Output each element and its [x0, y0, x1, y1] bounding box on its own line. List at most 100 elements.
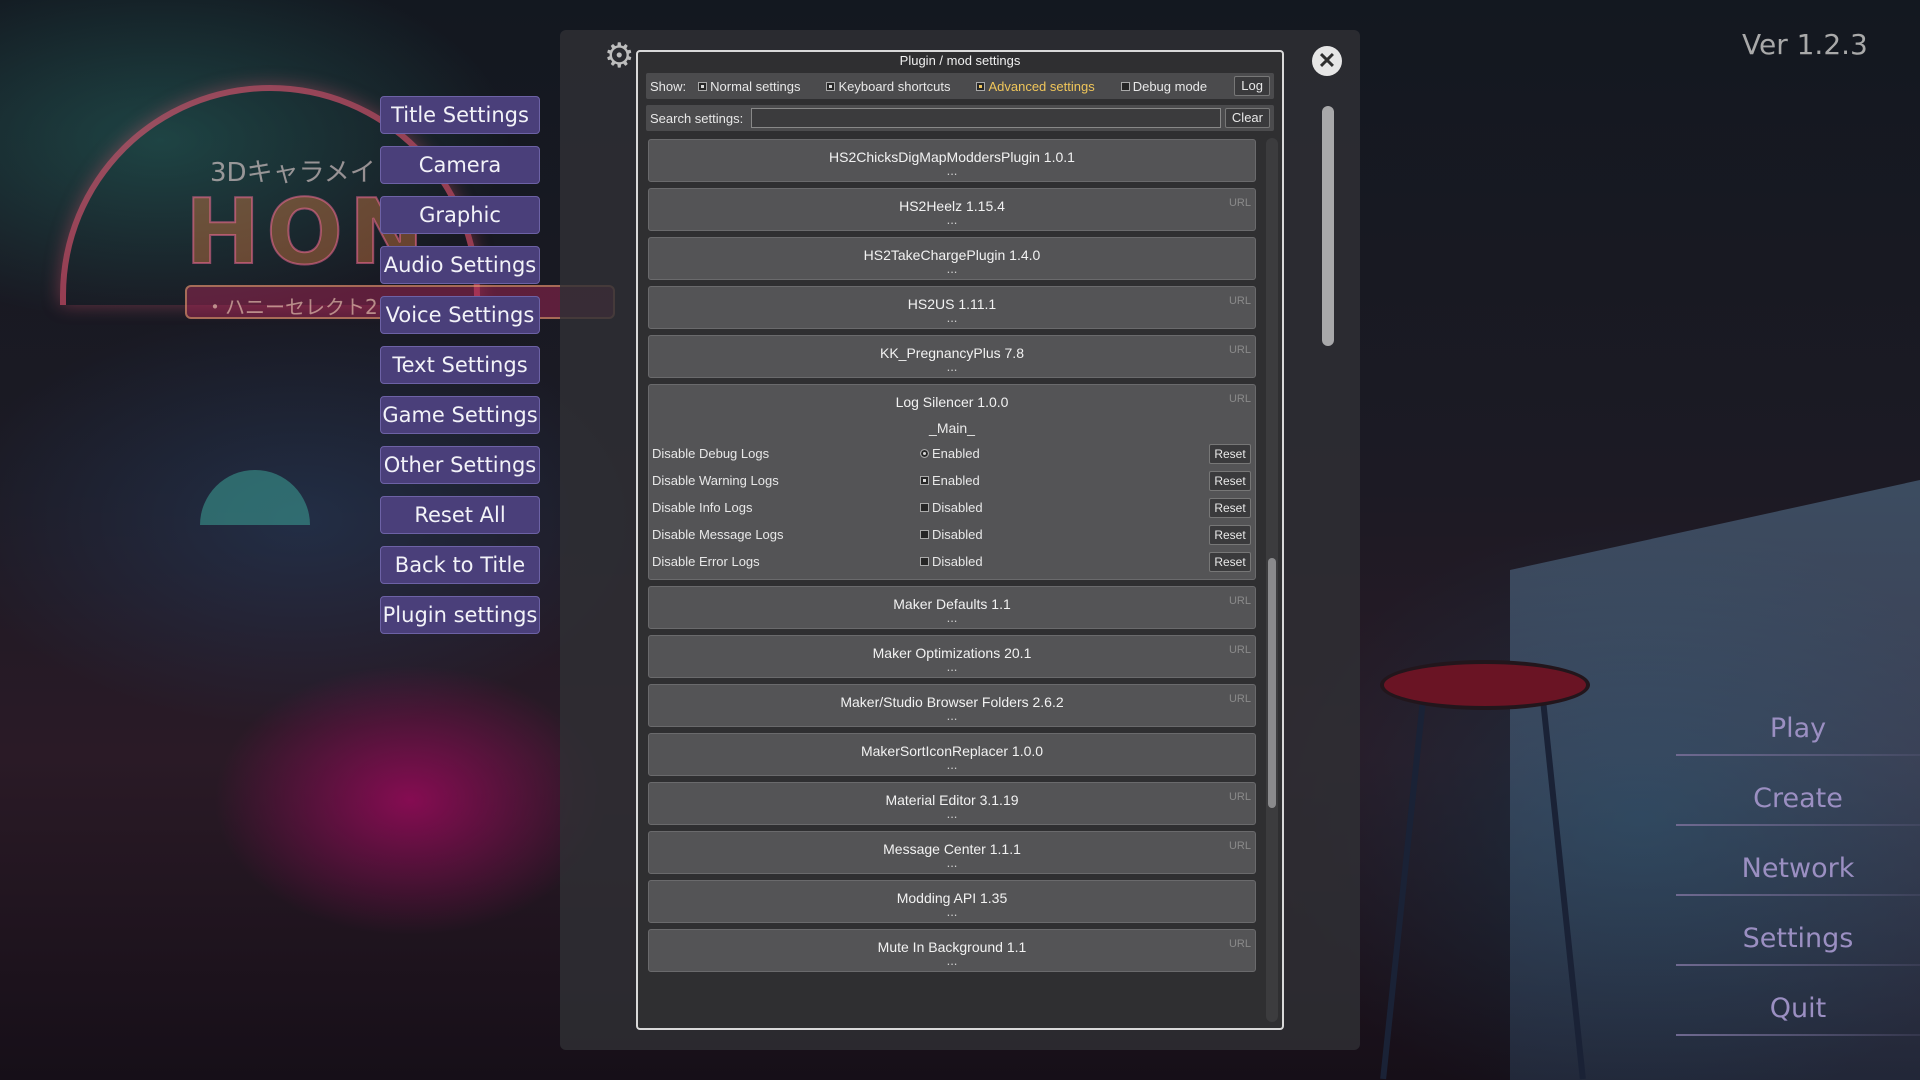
setting-row: Disable Error Logs Disabled Reset — [649, 548, 1255, 575]
plugin-url-link[interactable]: URL — [1229, 344, 1251, 356]
settings-scrollbar[interactable] — [1322, 106, 1334, 346]
settings-section-title: _Main_ — [929, 420, 975, 436]
plugin-url-link[interactable]: URL — [1229, 938, 1251, 950]
network-menu-item[interactable]: Network — [1676, 846, 1920, 916]
checkbox-icon — [920, 530, 929, 539]
close-icon[interactable]: ✕ — [1312, 46, 1342, 76]
version-label: Ver 1.2.3 — [1742, 28, 1868, 61]
plugin-expand-dots: ... — [946, 212, 958, 227]
plugin-list[interactable]: ... HS2ChicksDigMapModdersPlugin 1.0.1 .… — [648, 138, 1268, 1022]
checkbox-icon — [920, 503, 929, 512]
camera-button[interactable]: Camera — [380, 146, 540, 184]
plugin-expand-dots: ... — [946, 904, 958, 919]
background-stool — [1380, 660, 1590, 710]
back-to-title-button[interactable]: Back to Title — [380, 546, 540, 584]
setting-toggle[interactable]: Enabled — [920, 473, 1209, 488]
reset-all-button[interactable]: Reset All — [380, 496, 540, 534]
plugin-expand-dots: ... — [946, 953, 958, 968]
plugin-entry[interactable]: HS2US 1.11.1 ... URL — [648, 286, 1256, 329]
setting-toggle[interactable]: Disabled — [920, 527, 1209, 542]
text-settings-button[interactable]: Text Settings — [380, 346, 540, 384]
plugin-expand-dots: ... — [946, 806, 958, 821]
plugin-url-link[interactable]: URL — [1229, 197, 1251, 209]
log-button[interactable]: Log — [1234, 76, 1270, 96]
reset-button[interactable]: Reset — [1209, 524, 1251, 545]
plugin-name: HS2Heelz 1.15.4 — [899, 198, 1005, 214]
plugin-url-link[interactable]: URL — [1229, 393, 1251, 405]
setting-name: Disable Warning Logs — [652, 473, 779, 488]
plugin-entry[interactable]: Modding API 1.35 ... — [648, 880, 1256, 923]
plugin-url-link[interactable]: URL — [1229, 693, 1251, 705]
setting-toggle[interactable]: Enabled — [920, 446, 1209, 461]
plugin-entry[interactable]: MakerSortIconReplacer 1.0.0 ... — [648, 733, 1256, 776]
scrollbar-thumb[interactable] — [1268, 558, 1276, 808]
debug-mode-toggle[interactable]: Debug mode — [1120, 79, 1207, 94]
toggle-label: Normal settings — [710, 78, 801, 94]
plugin-settings-button[interactable]: Plugin settings — [380, 596, 540, 634]
audio-settings-button[interactable]: Audio Settings — [380, 246, 540, 284]
setting-toggle[interactable]: Disabled — [920, 554, 1209, 569]
plugin-entry[interactable]: HS2Heelz 1.15.4 ... URL — [648, 188, 1256, 231]
toggle-label: Advanced settings — [988, 78, 1095, 94]
reset-button[interactable]: Reset — [1209, 551, 1251, 572]
plugin-entry[interactable]: KK_PregnancyPlus 7.8 ... URL — [648, 335, 1256, 378]
show-filter-bar: Show: Normal settings Keyboard shortcuts… — [646, 73, 1274, 99]
toggle-label: Keyboard shortcuts — [838, 78, 951, 94]
clear-button[interactable]: Clear — [1224, 108, 1270, 128]
reset-button[interactable]: Reset — [1209, 470, 1251, 491]
create-menu-item[interactable]: Create — [1676, 776, 1920, 846]
checkbox-icon — [826, 81, 836, 91]
plugin-entry[interactable]: HS2ChicksDigMapModdersPlugin 1.0.1 ... — [648, 139, 1256, 182]
checkbox-icon — [1120, 81, 1130, 91]
plugin-url-link[interactable]: URL — [1229, 644, 1251, 656]
plugin-name: Message Center 1.1.1 — [883, 841, 1021, 857]
setting-value: Enabled — [932, 473, 980, 488]
checkbox-icon — [920, 449, 929, 458]
normal-settings-toggle[interactable]: Normal settings — [698, 79, 800, 94]
plugin-entry[interactable]: Message Center 1.1.1 ... URL — [648, 831, 1256, 874]
keyboard-shortcuts-toggle[interactable]: Keyboard shortcuts — [826, 79, 950, 94]
plugin-entry[interactable]: Material Editor 3.1.19 ... URL — [648, 782, 1256, 825]
setting-value: Enabled — [932, 446, 980, 461]
plugin-url-link[interactable]: URL — [1229, 295, 1251, 307]
other-settings-button[interactable]: Other Settings — [380, 446, 540, 484]
voice-settings-button[interactable]: Voice Settings — [380, 296, 540, 334]
plugin-entry[interactable]: Maker Optimizations 20.1 ... URL — [648, 635, 1256, 678]
reset-button[interactable]: Reset — [1209, 497, 1251, 518]
checkbox-icon — [976, 81, 986, 91]
dialog-title: Plugin / mod settings — [899, 53, 1021, 68]
setting-toggle[interactable]: Disabled — [920, 500, 1209, 515]
plugin-entry[interactable]: HS2TakeChargePlugin 1.4.0 ... — [648, 237, 1256, 280]
plugin-list-scrollbar[interactable] — [1266, 138, 1278, 1022]
advanced-settings-toggle[interactable]: Advanced settings — [976, 78, 1095, 94]
checkbox-icon — [698, 81, 708, 91]
search-bar: Search settings: Clear — [646, 105, 1274, 131]
plugin-expand-dots: ... — [946, 163, 958, 178]
quit-menu-item[interactable]: Quit — [1676, 986, 1920, 1056]
play-menu-item[interactable]: Play — [1676, 706, 1920, 776]
graphic-button[interactable]: Graphic — [380, 196, 540, 234]
plugin-name: Material Editor 3.1.19 — [885, 792, 1019, 808]
settings-menu: Title Settings Camera Graphic Audio Sett… — [380, 96, 540, 646]
plugin-expand-dots: ... — [946, 855, 958, 870]
settings-menu-item[interactable]: Settings — [1676, 916, 1920, 986]
game-settings-button[interactable]: Game Settings — [380, 396, 540, 434]
setting-row: Disable Warning Logs Enabled Reset — [649, 467, 1255, 494]
show-label: Show: — [650, 78, 687, 94]
reset-button[interactable]: Reset — [1209, 443, 1251, 464]
plugin-entry[interactable]: Maker/Studio Browser Folders 2.6.2 ... U… — [648, 684, 1256, 727]
plugin-name[interactable]: Log Silencer 1.0.0 — [649, 385, 1255, 410]
gear-icon: ⚙ — [604, 37, 635, 75]
plugin-url-link[interactable]: URL — [1229, 791, 1251, 803]
title-settings-button[interactable]: Title Settings — [380, 96, 540, 134]
plugin-expand-dots: ... — [946, 757, 958, 772]
setting-name: Disable Error Logs — [652, 554, 760, 569]
setting-value: Disabled — [932, 527, 983, 542]
plugin-url-link[interactable]: URL — [1229, 840, 1251, 852]
plugin-entry[interactable]: Maker Defaults 1.1 ... URL — [648, 586, 1256, 629]
plugin-url-link[interactable]: URL — [1229, 595, 1251, 607]
search-input[interactable] — [751, 108, 1221, 128]
plugin-entry[interactable]: Mute In Background 1.1 ... URL — [648, 929, 1256, 972]
checkbox-icon — [920, 476, 929, 485]
plugin-name: HS2TakeChargePlugin 1.4.0 — [863, 247, 1041, 263]
